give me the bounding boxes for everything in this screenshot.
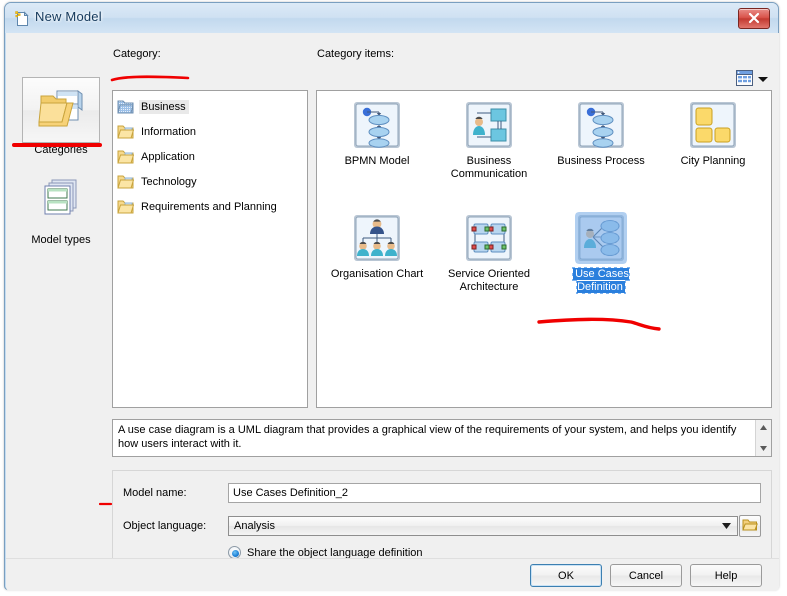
- folder-icon: [117, 149, 135, 164]
- item-label-bpmn-model: BPMN Model: [344, 155, 410, 167]
- window-title: New Model: [35, 9, 102, 24]
- folder-icon: [117, 174, 135, 189]
- dialog-body: Categories Model types Category: Categor…: [6, 33, 779, 582]
- model-name-input[interactable]: [228, 483, 761, 503]
- folder-icon: [117, 199, 135, 214]
- browse-object-language-button[interactable]: [739, 515, 761, 537]
- stacked-windows-icon: [38, 178, 84, 223]
- list-view-icon: [736, 70, 753, 89]
- new-model-dialog: New Model Categories Model types Categor…: [4, 2, 779, 591]
- category-list[interactable]: Business Information Application Technol…: [112, 90, 308, 408]
- item-city-planning[interactable]: City Planning: [661, 99, 765, 168]
- item-use-cases-definition[interactable]: Use Cases Definition: [549, 212, 653, 294]
- yellow-blocks-icon: [687, 99, 739, 151]
- person-boxes-icon: [463, 99, 515, 151]
- object-language-value: Analysis: [234, 520, 275, 532]
- item-organisation-chart[interactable]: Organisation Chart: [325, 212, 429, 281]
- item-label-service-oriented-architecture: Service Oriented Architecture: [448, 268, 530, 293]
- nav-item-categories[interactable]: Categories: [22, 77, 100, 156]
- flowchart-icon: [575, 99, 627, 151]
- category-items-label: Category items:: [317, 48, 395, 60]
- org-chart-icon: [351, 212, 403, 264]
- item-label-organisation-chart: Organisation Chart: [330, 268, 424, 280]
- category-row-business[interactable]: Business: [113, 94, 307, 119]
- nav-item-model-types[interactable]: Model types: [22, 167, 100, 246]
- description-text: A use case diagram is a UML diagram that…: [118, 424, 737, 450]
- description-scrollbar[interactable]: [755, 420, 771, 456]
- annotation-underline-use-cases: [537, 317, 661, 331]
- folder-with-documents-icon: [38, 88, 84, 133]
- description-box: A use case diagram is a UML diagram that…: [112, 419, 772, 457]
- radio-label-share: Share the object language definition: [247, 546, 423, 559]
- category-items-list[interactable]: BPMN Model Business Communication Busine…: [316, 90, 772, 408]
- view-mode-toggle[interactable]: [736, 70, 772, 89]
- category-label-technology: Technology: [141, 175, 197, 188]
- item-service-oriented-architecture[interactable]: Service Oriented Architecture: [437, 212, 541, 294]
- scroll-up-icon[interactable]: [756, 420, 771, 435]
- flowchart-icon: [351, 99, 403, 151]
- item-label-business-process: Business Process: [557, 155, 645, 167]
- category-label-information: Information: [141, 125, 197, 138]
- folder-icon: [117, 99, 134, 114]
- nav-label-model-types: Model types: [31, 234, 91, 246]
- model-name-label: Model name:: [123, 487, 187, 499]
- dialog-footer: OK Cancel Help: [6, 558, 779, 591]
- ok-button[interactable]: OK: [530, 564, 602, 587]
- item-business-communication[interactable]: Business Communication: [437, 99, 541, 181]
- category-row-application[interactable]: Application: [113, 144, 307, 169]
- folder-icon: [117, 124, 135, 139]
- item-business-process[interactable]: Business Process: [549, 99, 653, 168]
- category-row-requirements-and-planning[interactable]: Requirements and Planning: [113, 194, 307, 219]
- category-row-technology[interactable]: Technology: [113, 169, 307, 194]
- chevron-down-icon: [758, 74, 768, 86]
- title-bar: New Model: [5, 3, 778, 33]
- cancel-button[interactable]: Cancel: [610, 564, 682, 587]
- nav-icon-categories-box: [22, 77, 100, 143]
- item-bpmn-model[interactable]: BPMN Model: [325, 99, 429, 168]
- category-label: Category:: [113, 48, 161, 60]
- close-icon: [748, 12, 760, 24]
- open-folder-icon: [742, 518, 758, 535]
- object-language-combo[interactable]: Analysis: [228, 516, 738, 536]
- scroll-down-icon[interactable]: [756, 441, 771, 456]
- category-label-application: Application: [141, 150, 195, 163]
- nav-label-categories: Categories: [34, 144, 88, 156]
- nav-icon-model-types-box: [22, 167, 100, 233]
- close-button[interactable]: [738, 8, 770, 29]
- chevron-down-icon: [718, 517, 734, 535]
- category-label-business: Business: [139, 99, 189, 114]
- help-button[interactable]: Help: [690, 564, 762, 587]
- item-label-use-cases-definition: Use Cases Definition: [572, 267, 630, 294]
- object-language-label: Object language:: [123, 520, 207, 532]
- use-case-icon: [575, 212, 627, 264]
- soa-icon: [463, 212, 515, 264]
- selection-overlay: [575, 212, 627, 264]
- item-label-city-planning: City Planning: [680, 155, 746, 167]
- category-label-requirements-and-planning: Requirements and Planning: [141, 200, 277, 213]
- new-document-icon: [15, 11, 29, 27]
- item-label-business-communication: Business Communication: [450, 155, 528, 180]
- category-row-information[interactable]: Information: [113, 119, 307, 144]
- left-nav: Categories Model types: [14, 57, 109, 527]
